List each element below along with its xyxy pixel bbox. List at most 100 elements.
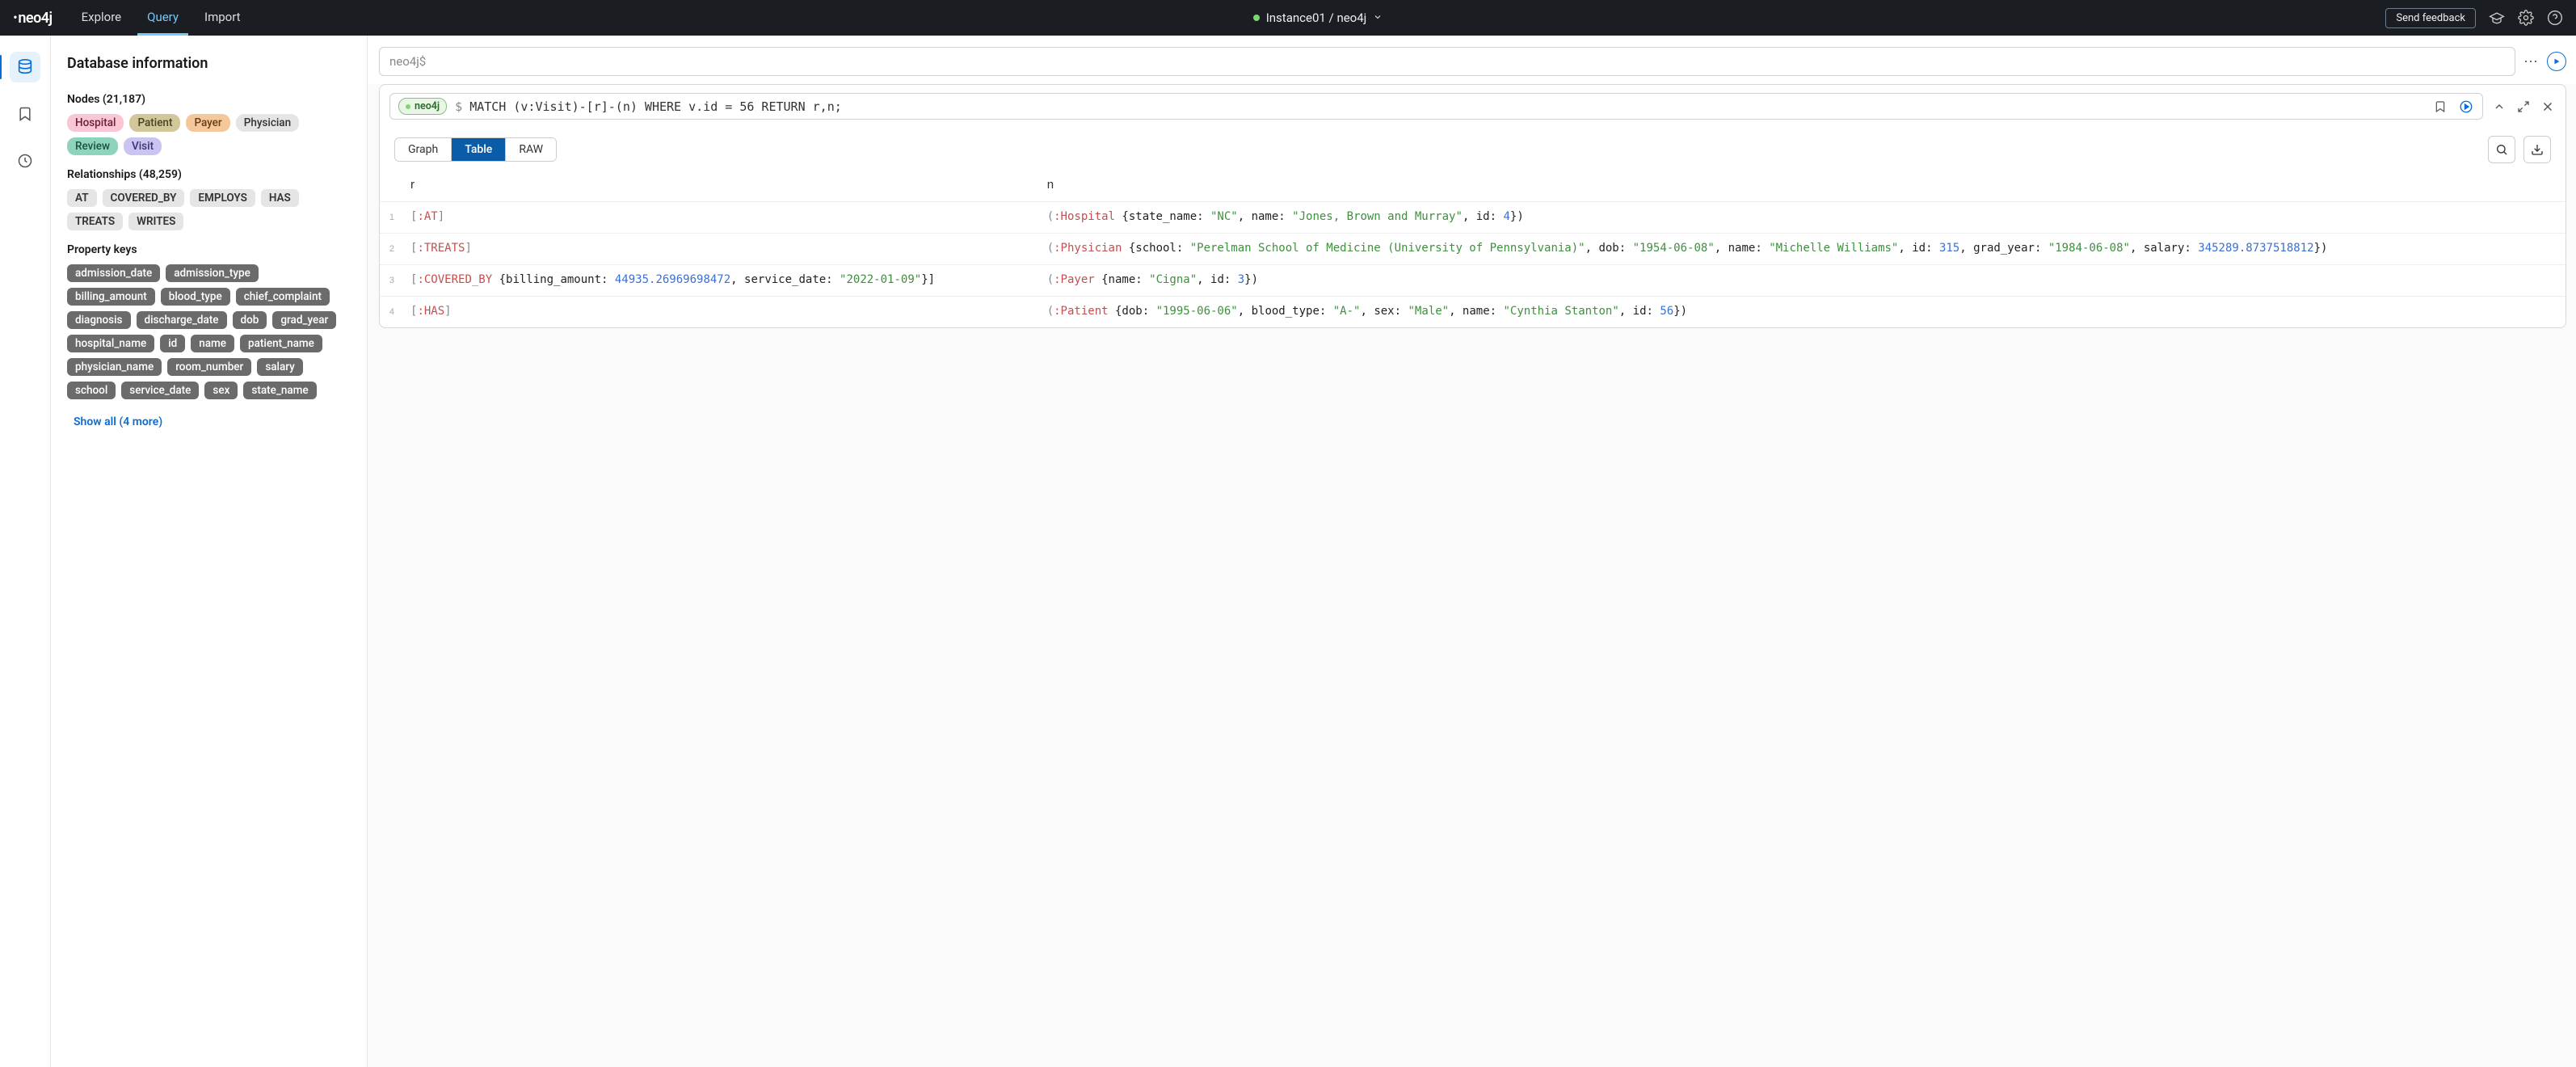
- result-card: neo4j $ MATCH (v:Visit)-[r]-(n) WHERE v.…: [379, 84, 2566, 328]
- header-right: Send feedback: [2385, 8, 2563, 28]
- download-icon[interactable]: [2523, 136, 2551, 163]
- nav-tab-query[interactable]: Query: [137, 0, 188, 36]
- body: Database information Nodes (21,187) Hosp…: [0, 36, 2576, 1067]
- property-chip[interactable]: school: [67, 382, 116, 399]
- node-label-chip[interactable]: Payer: [186, 114, 229, 132]
- row-number: 3: [380, 265, 402, 297]
- column-header: n: [1039, 173, 2565, 202]
- property-chip[interactable]: grad_year: [272, 311, 336, 329]
- search-icon[interactable]: [2488, 136, 2515, 163]
- node-label-chip[interactable]: Hospital: [67, 114, 124, 132]
- expand-icon[interactable]: [2515, 99, 2532, 115]
- property-keys-heading: Property keys: [67, 243, 351, 256]
- close-icon[interactable]: [2540, 99, 2556, 115]
- nav-tab-import[interactable]: Import: [195, 0, 250, 36]
- relationship-chip[interactable]: WRITES: [128, 213, 183, 230]
- bookmark-query-icon[interactable]: [2432, 99, 2448, 115]
- relationship-chips: AT COVERED_BY EMPLOYS HAS TREATS WRITES: [67, 189, 351, 230]
- column-header: r: [402, 173, 1039, 202]
- property-chip[interactable]: salary: [257, 358, 302, 376]
- send-feedback-button[interactable]: Send feedback: [2385, 8, 2476, 28]
- executed-query-text: $ MATCH (v:Visit)-[r]-(n) WHERE v.id = 5…: [455, 99, 842, 114]
- property-chip[interactable]: admission_date: [67, 264, 160, 282]
- cell-n: (:Payer {name: "Cigna", id: 3}): [1039, 265, 2565, 297]
- node-label-chip[interactable]: Visit: [124, 137, 162, 155]
- relationship-chip[interactable]: HAS: [261, 189, 299, 207]
- relationship-chip[interactable]: AT: [67, 189, 97, 207]
- query-bar: neo4j$ ⋯: [368, 36, 2576, 84]
- graduation-cap-icon[interactable]: [2489, 10, 2505, 26]
- bookmark-icon[interactable]: [10, 99, 40, 129]
- instance-label: Instance01 / neo4j: [1266, 11, 1367, 25]
- view-toggle-raw[interactable]: RAW: [506, 138, 556, 161]
- run-query-button[interactable]: [2547, 52, 2566, 71]
- node-label-chips: Hospital Patient Payer Physician Review Visit: [67, 114, 351, 155]
- database-icon[interactable]: [10, 52, 40, 82]
- result-header: neo4j $ MATCH (v:Visit)-[r]-(n) WHERE v.…: [380, 85, 2565, 128]
- row-number: 4: [380, 297, 402, 328]
- executed-query-box: neo4j $ MATCH (v:Visit)-[r]-(n) WHERE v.…: [389, 93, 2483, 120]
- history-icon[interactable]: [10, 146, 40, 176]
- cell-n: (:Hospital {state_name: "NC", name: "Jon…: [1039, 202, 2565, 234]
- property-chip[interactable]: admission_type: [166, 264, 259, 282]
- input-placeholder: neo4j$: [389, 54, 426, 69]
- view-toggle-graph[interactable]: Graph: [395, 138, 452, 161]
- node-label-chip[interactable]: Physician: [236, 114, 299, 132]
- node-label-chip[interactable]: Review: [67, 137, 118, 155]
- neo4j-logo: •neo4j: [13, 10, 53, 27]
- table-row: 2[:TREATS](:Physician {school: "Perelman…: [380, 234, 2565, 265]
- cell-n: (:Physician {school: "Perelman School of…: [1039, 234, 2565, 265]
- property-chip[interactable]: room_number: [167, 358, 251, 376]
- collapse-up-icon[interactable]: [2491, 99, 2507, 115]
- property-chip[interactable]: physician_name: [67, 358, 162, 376]
- property-chip[interactable]: dob: [233, 311, 267, 329]
- nav-tab-explore[interactable]: Explore: [72, 0, 132, 36]
- property-chip[interactable]: blood_type: [161, 288, 230, 306]
- property-chip[interactable]: billing_amount: [67, 288, 155, 306]
- database-info-panel: Database information Nodes (21,187) Hosp…: [51, 36, 368, 1067]
- property-chip[interactable]: hospital_name: [67, 335, 154, 352]
- property-chip[interactable]: diagnosis: [67, 311, 131, 329]
- cell-r: [:HAS]: [402, 297, 1039, 328]
- view-toggle-table[interactable]: Table: [452, 138, 506, 161]
- property-chip[interactable]: discharge_date: [137, 311, 227, 329]
- property-chip[interactable]: id: [160, 335, 185, 352]
- relationship-chip[interactable]: EMPLOYS: [190, 189, 255, 207]
- result-table: rn 1[:AT](:Hospital {state_name: "NC", n…: [380, 173, 2565, 327]
- panel-title: Database information: [67, 55, 351, 72]
- node-label-chip[interactable]: Patient: [129, 114, 180, 132]
- db-badge: neo4j: [398, 98, 447, 115]
- property-chip[interactable]: chief_complaint: [236, 288, 330, 306]
- relationships-heading: Relationships (48,259): [67, 168, 351, 181]
- relationship-chip[interactable]: COVERED_BY: [103, 189, 185, 207]
- property-chip[interactable]: sex: [204, 382, 238, 399]
- status-dot-icon: [1253, 15, 1260, 21]
- relationship-chip[interactable]: TREATS: [67, 213, 123, 230]
- property-chip[interactable]: state_name: [243, 382, 316, 399]
- table-row: 3[:COVERED_BY {billing_amount: 44935.269…: [380, 265, 2565, 297]
- property-chip[interactable]: patient_name: [240, 335, 322, 352]
- app-header: •neo4j ExploreQueryImport Instance01 / n…: [0, 0, 2576, 36]
- cell-n: (:Patient {dob: "1995-06-06", blood_type…: [1039, 297, 2565, 328]
- table-row: 4[:HAS](:Patient {dob: "1995-06-06", blo…: [380, 297, 2565, 328]
- show-all-link[interactable]: Show all (4 more): [67, 415, 162, 428]
- help-icon[interactable]: [2547, 10, 2563, 26]
- more-options-icon[interactable]: ⋯: [2523, 53, 2539, 70]
- property-chips: admission_date admission_type billing_amou…: [67, 264, 351, 399]
- rerun-icon[interactable]: [2458, 99, 2474, 115]
- left-rail: [0, 36, 51, 1067]
- cypher-input[interactable]: neo4j$: [379, 47, 2515, 76]
- status-dot-icon: [406, 104, 410, 109]
- table-row: 1[:AT](:Hospital {state_name: "NC", name…: [380, 202, 2565, 234]
- view-toggle-row: GraphTableRAW: [380, 128, 2565, 173]
- cell-r: [:TREATS]: [402, 234, 1039, 265]
- main-area: neo4j$ ⋯ neo4j $ MATCH (v:Visit)-[r]-(n)…: [368, 36, 2576, 1067]
- chevron-down-icon: [1373, 11, 1383, 25]
- view-toggle: GraphTableRAW: [394, 137, 557, 162]
- nav-tabs: ExploreQueryImport: [72, 0, 250, 36]
- row-number: 1: [380, 202, 402, 234]
- instance-selector[interactable]: Instance01 / neo4j: [1253, 11, 1383, 25]
- property-chip[interactable]: service_date: [121, 382, 199, 399]
- property-chip[interactable]: name: [191, 335, 234, 352]
- gear-icon[interactable]: [2518, 10, 2534, 26]
